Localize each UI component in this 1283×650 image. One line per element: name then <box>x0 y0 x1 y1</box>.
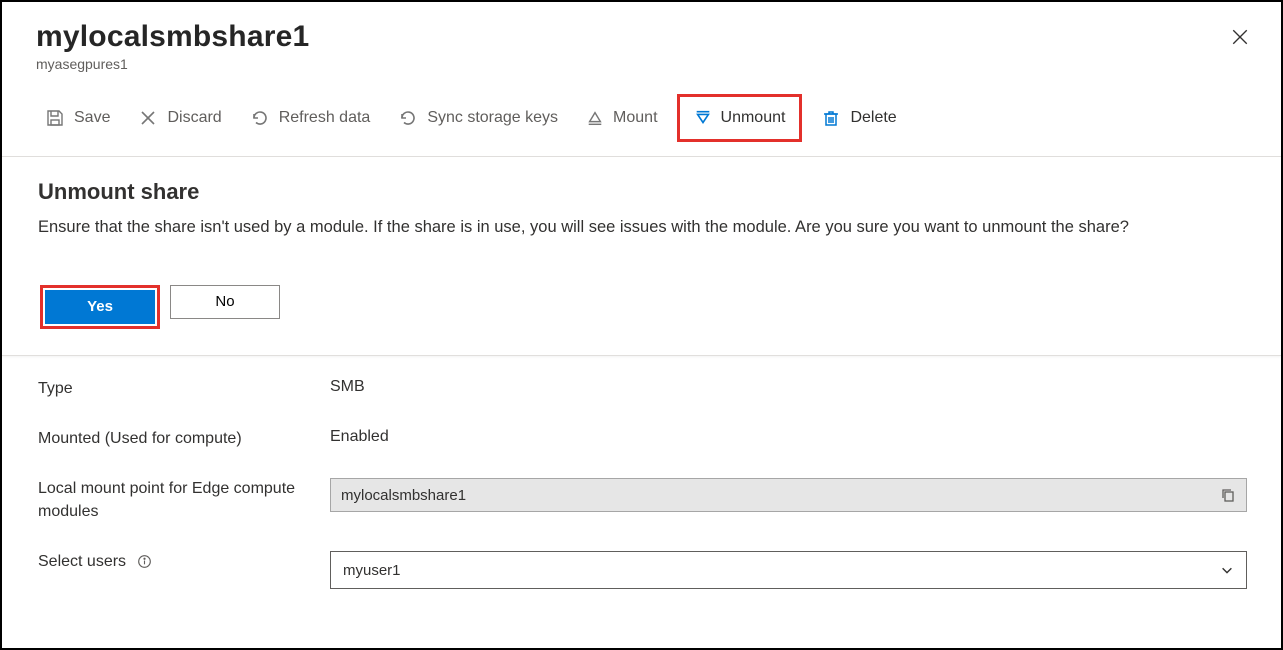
selectusers-label: Select users <box>38 551 330 573</box>
row-selectusers: Select users myuser1 <box>38 551 1247 589</box>
mounted-label: Mounted (Used for compute) <box>38 428 330 450</box>
close-icon <box>1231 28 1249 46</box>
info-icon[interactable] <box>137 554 152 569</box>
save-button[interactable]: Save <box>36 104 119 132</box>
mount-label: Mount <box>613 109 657 127</box>
page-title: mylocalsmbshare1 <box>36 20 1247 54</box>
mounted-value: Enabled <box>330 428 1247 446</box>
discard-button[interactable]: Discard <box>129 104 230 132</box>
selectusers-value: myuser1 <box>343 562 401 579</box>
refresh-label: Refresh data <box>279 109 371 127</box>
discard-label: Discard <box>167 109 221 127</box>
discard-icon <box>138 108 158 128</box>
yes-button[interactable]: Yes <box>45 290 155 324</box>
dialog-message: Ensure that the share isn't used by a mo… <box>38 215 1238 241</box>
refresh-button[interactable]: Refresh data <box>241 104 380 132</box>
save-label: Save <box>74 109 110 127</box>
sync-button[interactable]: Sync storage keys <box>389 104 567 132</box>
no-button[interactable]: No <box>170 285 280 319</box>
row-type: Type SMB <box>38 378 1247 400</box>
dialog-title: Unmount share <box>38 179 1247 205</box>
command-bar: Save Discard Refresh data <box>2 72 1281 157</box>
refresh-icon <box>250 108 270 128</box>
selectusers-label-text: Select users <box>38 553 126 570</box>
unmount-button[interactable]: Unmount <box>677 94 803 142</box>
unmount-label: Unmount <box>721 109 786 127</box>
delete-label: Delete <box>850 109 896 127</box>
selectusers-dropdown[interactable]: myuser1 <box>330 551 1247 589</box>
dialog-actions: Yes No <box>40 285 1247 329</box>
delete-button[interactable]: Delete <box>812 104 905 132</box>
yes-highlight: Yes <box>40 285 160 329</box>
mount-button[interactable]: Mount <box>577 105 666 131</box>
resource-subtitle: myasegpures1 <box>36 56 1247 72</box>
sync-label: Sync storage keys <box>427 109 558 127</box>
share-details: Type SMB Mounted (Used for compute) Enab… <box>2 356 1281 616</box>
save-icon <box>45 108 65 128</box>
chevron-down-icon <box>1220 563 1234 577</box>
share-blade: mylocalsmbshare1 myasegpures1 Save <box>0 0 1283 650</box>
type-label: Type <box>38 378 330 400</box>
mountpoint-label: Local mount point for Edge compute modul… <box>38 478 330 523</box>
sync-icon <box>398 108 418 128</box>
mount-icon <box>586 109 604 127</box>
row-mounted: Mounted (Used for compute) Enabled <box>38 428 1247 450</box>
close-button[interactable] <box>1231 28 1249 46</box>
mountpoint-value: mylocalsmbshare1 <box>341 487 466 504</box>
type-value: SMB <box>330 378 1247 396</box>
delete-icon <box>821 108 841 128</box>
row-mountpoint: Local mount point for Edge compute modul… <box>38 478 1247 523</box>
unmount-icon <box>694 109 712 127</box>
unmount-dialog: Unmount share Ensure that the share isn'… <box>2 157 1281 356</box>
copy-icon[interactable] <box>1220 487 1236 503</box>
mountpoint-input[interactable]: mylocalsmbshare1 <box>330 478 1247 512</box>
blade-header: mylocalsmbshare1 myasegpures1 <box>2 2 1281 72</box>
